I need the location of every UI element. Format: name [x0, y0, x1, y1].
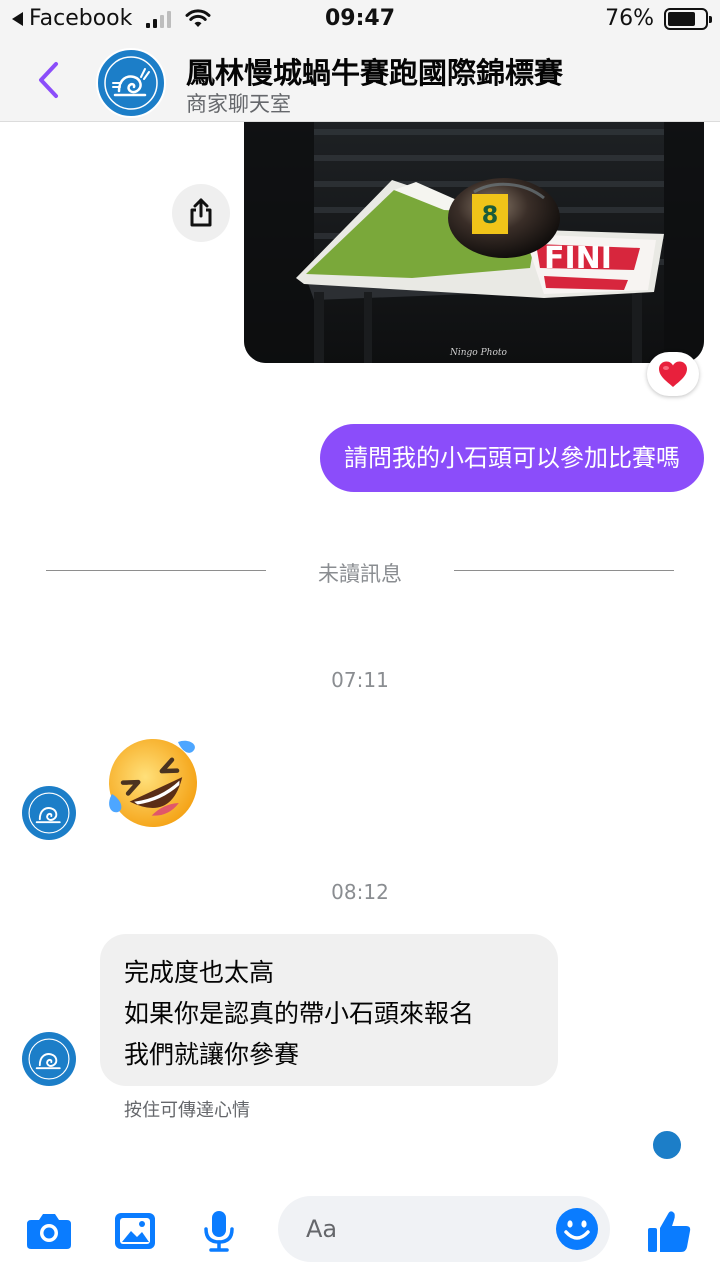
photo-watermark: Ningo Photo: [449, 348, 507, 358]
shared-photo[interactable]: FINI 8 Ningo Photo: [244, 122, 704, 363]
divider-line-right: [454, 570, 674, 571]
unread-label: 未讀訊息: [318, 562, 402, 586]
seen-receipt-avatar: [652, 1130, 682, 1160]
message-line: 我們就讓你參賽: [124, 1040, 300, 1069]
gallery-button[interactable]: [110, 1206, 160, 1256]
heart-reaction[interactable]: [647, 352, 699, 396]
snail-logo-icon: [104, 56, 158, 110]
race-rock-photo: FINI 8 Ningo Photo: [244, 122, 704, 363]
camera-button[interactable]: [24, 1206, 74, 1256]
microphone-icon: [204, 1211, 234, 1252]
snail-logo-icon: [28, 792, 70, 834]
sender-avatar[interactable]: [22, 786, 76, 840]
thumbs-up-icon: [648, 1211, 691, 1252]
chat-title[interactable]: 鳳林慢城蝸牛賽跑國際錦標賽: [186, 50, 563, 92]
page-avatar[interactable]: [96, 48, 166, 118]
battery-icon: [664, 7, 712, 30]
battery-status: 76%: [605, 6, 712, 31]
chat-subtitle: 商家聊天室: [186, 92, 291, 116]
message-composer: [0, 1180, 720, 1280]
chat-header: 鳳林慢城蝸牛賽跑國際錦標賽 商家聊天室: [0, 40, 720, 122]
voice-button[interactable]: [194, 1206, 244, 1256]
unread-divider: 未讀訊息: [46, 556, 674, 586]
message-line: 如果你是認真的帶小石頭來報名: [124, 999, 475, 1028]
battery-tip: [709, 15, 712, 23]
laughing-emoji-message[interactable]: [104, 734, 202, 832]
number-tag: 8: [482, 201, 499, 229]
outgoing-message[interactable]: 請問我的小石頭可以參加比賽嗎: [320, 424, 704, 492]
rolling-laughing-icon: [109, 739, 197, 827]
back-button[interactable]: [28, 60, 68, 100]
like-button[interactable]: [644, 1206, 694, 1256]
sender-avatar[interactable]: [22, 1032, 76, 1086]
snail-logo-icon: [28, 1038, 70, 1080]
emoji-button[interactable]: [554, 1206, 600, 1252]
battery-percent: 76%: [605, 6, 654, 31]
incoming-message[interactable]: 完成度也太高 如果你是認真的帶小石頭來報名 我們就讓你參賽: [100, 934, 558, 1086]
timestamp: 07:11: [331, 668, 389, 692]
message-line: 完成度也太高: [124, 958, 275, 987]
react-hint: 按住可傳達心情: [124, 1100, 250, 1121]
message-input[interactable]: [306, 1208, 536, 1250]
camera-icon: [27, 1214, 71, 1249]
chevron-left-icon: [39, 62, 58, 98]
heart-icon: [659, 361, 687, 387]
timestamp: 08:12: [331, 880, 389, 904]
share-icon: [190, 198, 212, 227]
battery-fill: [668, 11, 696, 26]
share-button[interactable]: [172, 184, 230, 242]
status-bar: Facebook 09:47 76%: [0, 0, 720, 40]
message-input-wrapper: [278, 1196, 610, 1262]
finish-banner-text: FINI: [544, 241, 612, 276]
image-icon: [115, 1213, 155, 1249]
emoji-icon: [556, 1208, 598, 1250]
